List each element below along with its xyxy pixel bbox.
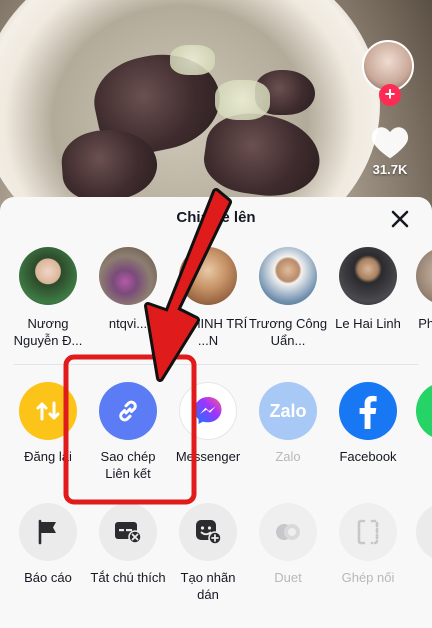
food-vegetable-image (215, 80, 270, 120)
tool-create-sticker[interactable]: Tạo nhãn dán (168, 503, 248, 603)
contact-name: ntqvi... (108, 316, 148, 331)
like-count: 31.7K (372, 162, 408, 177)
app-repost[interactable]: Đăng lại (8, 382, 88, 465)
app-label: Đăng lại (24, 449, 72, 464)
app-zalo[interactable]: Zalo Zalo (248, 382, 328, 465)
contact-item[interactable]: Phạ Ph... (405, 247, 432, 332)
divider (14, 364, 418, 365)
whatsapp-icon (416, 382, 432, 440)
more-icon (416, 503, 432, 561)
zalo-icon: Zalo (259, 382, 317, 440)
contact-name: Phạ Ph... (418, 316, 432, 331)
tool-label: Duet (274, 570, 302, 585)
link-icon (99, 382, 157, 440)
repost-icon (19, 382, 77, 440)
tool-label: Tắt chú thích (90, 570, 166, 585)
contact-avatar (99, 247, 157, 305)
flag-icon (19, 503, 77, 561)
tool-label: Tạ... (405, 569, 432, 586)
app-label: Sao chép Liên kết (100, 449, 156, 481)
video-side-actions: + 31.7K (362, 40, 418, 177)
contact-avatar (19, 247, 77, 305)
close-icon (391, 210, 409, 228)
contact-item[interactable]: Nương Nguyễn Đ... (8, 247, 88, 349)
facebook-icon (339, 382, 397, 440)
close-button[interactable] (388, 207, 412, 231)
contact-item[interactable]: Le Hai Linh (328, 247, 408, 332)
duet-icon (259, 503, 317, 561)
sticker-icon (179, 503, 237, 561)
tool-stitch[interactable]: Ghép nối (328, 503, 408, 586)
contact-name: Nương Nguyễn Đ... (13, 316, 83, 348)
tool-captions-off[interactable]: Tắt chú thích (88, 503, 168, 586)
messenger-icon (179, 382, 237, 440)
app-whatsapp[interactable] (405, 382, 432, 448)
tool-label: Ghép nối (341, 570, 395, 585)
app-label: Zalo (275, 449, 301, 464)
contact-item[interactable]: Trương Công Uẩn... (248, 247, 328, 349)
contact-avatar (179, 247, 237, 305)
heart-icon (371, 127, 409, 159)
contacts-row: Nương Nguyễn Đ... ntqvi... VỸ MINH TRÍ .… (0, 247, 432, 357)
app-messenger[interactable]: Messenger (168, 382, 248, 465)
food-vegetable-image (170, 45, 215, 75)
contact-avatar (416, 247, 432, 305)
tool-more[interactable]: Tạ... (405, 503, 432, 586)
share-apps-row: Đăng lại Sao chép Liên kết Messenger Zal… (0, 382, 432, 492)
like-button[interactable]: 31.7K (362, 124, 418, 177)
contact-avatar (259, 247, 317, 305)
captions-off-icon (99, 503, 157, 561)
app-label: Facebook (339, 449, 397, 464)
follow-plus-icon[interactable]: + (379, 84, 401, 106)
share-sheet: Chia sẻ lên Nương Nguyễn Đ... ntqvi... V… (0, 197, 432, 628)
contact-item[interactable]: ntqvi... (88, 247, 168, 332)
contact-name: Le Hai Linh (335, 316, 401, 331)
contact-avatar (339, 247, 397, 305)
app-label: Messenger (175, 449, 241, 464)
share-sheet-title: Chia sẻ lên (176, 209, 256, 226)
stitch-icon (339, 503, 397, 561)
contact-item[interactable]: VỸ MINH TRÍ ...N (168, 247, 248, 349)
app-copy-link[interactable]: Sao chép Liên kết (88, 382, 168, 482)
contact-name: VỸ MINH TRÍ ...N (168, 316, 248, 348)
tools-row: Báo cáo Tắt chú thích Tạo nhãn dán Duet … (0, 503, 432, 618)
creator-avatar[interactable]: + (362, 40, 414, 106)
app-facebook[interactable]: Facebook (328, 382, 408, 465)
tool-report[interactable]: Báo cáo (8, 503, 88, 586)
contact-name: Trương Công Uẩn... (248, 316, 328, 348)
tool-label: Báo cáo (24, 570, 72, 585)
tool-duet[interactable]: Duet (248, 503, 328, 586)
tool-label: Tạo nhãn dán (180, 570, 236, 602)
